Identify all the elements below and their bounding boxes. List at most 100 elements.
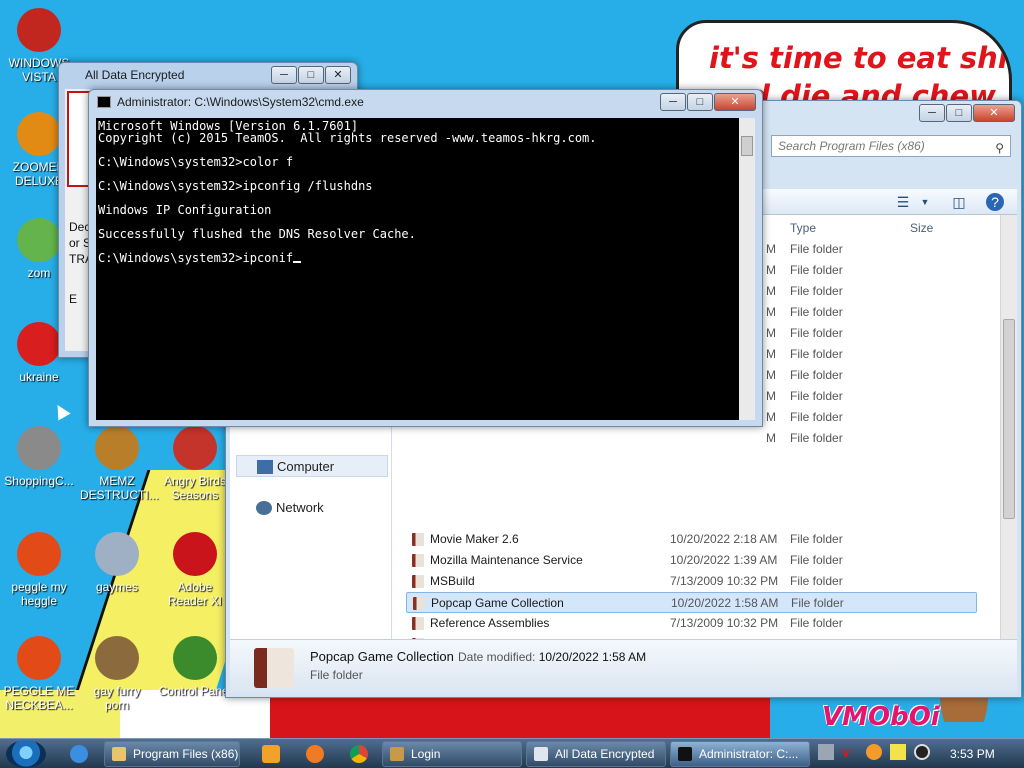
desktop-icon-image — [17, 8, 61, 52]
console-line-text: C:\Windows\system32>ipconif — [98, 251, 294, 265]
row-type: File folder — [790, 532, 843, 546]
taskbar-item-label: Login — [411, 747, 441, 761]
taskbar-item[interactable]: Administrator: C:... — [670, 741, 810, 767]
row-type: File folder — [790, 305, 843, 319]
app-icon[interactable] — [306, 745, 324, 763]
taskbar-item[interactable]: All Data Encrypted — [526, 741, 666, 767]
table-row[interactable]: M File folder — [406, 428, 977, 449]
row-date: M — [766, 431, 776, 445]
internet-explorer-icon[interactable] — [70, 745, 88, 763]
row-date: M — [766, 410, 776, 424]
tray-icon[interactable] — [818, 744, 834, 760]
desktop-icon-image — [17, 112, 61, 156]
row-type: File folder — [790, 263, 843, 277]
maximize-button[interactable]: □ — [687, 93, 713, 111]
taskbar-item[interactable]: Program Files (x86) — [104, 741, 240, 767]
desktop-icon[interactable]: Control Panel — [158, 636, 232, 698]
table-row[interactable]: Mozilla Maintenance Service 10/20/2022 1:… — [406, 550, 977, 571]
desktop-icon-label: peggle my heggle — [11, 580, 67, 608]
taskbar: Program Files (x86) Login All Data Encrypt… — [0, 738, 1024, 768]
desktop-icon[interactable]: Angry Birds Seasons — [158, 426, 232, 502]
search-icon[interactable]: ⚲ — [995, 138, 1004, 158]
tray-icon[interactable]: v — [842, 744, 858, 760]
text-cursor — [293, 261, 302, 263]
cmd-titlebar[interactable]: Administrator: C:\Windows\System32\cmd.e… — [89, 90, 762, 116]
desktop-icon-label: Angry Birds Seasons — [163, 474, 227, 502]
row-date: M — [766, 263, 776, 277]
row-type: File folder — [790, 326, 843, 340]
view-options-icon[interactable]: ☰ — [894, 193, 912, 211]
close-button[interactable]: ✕ — [714, 93, 756, 111]
desktop-icon-image — [173, 532, 217, 576]
desktop-icon[interactable]: PEGGLE ME NECKBEA... — [2, 636, 76, 712]
minimize-button[interactable]: ─ — [271, 66, 297, 84]
desktop-icon-label: gaymes — [95, 580, 139, 594]
console-line: Successfully flushed the DNS Resolver Ca… — [98, 228, 741, 240]
column-header-type[interactable]: Type — [790, 221, 816, 239]
console-line-text: Copyright (c) 2015 TeamOS. All rights re… — [98, 131, 597, 145]
scrollbar-thumb[interactable] — [1003, 319, 1015, 519]
desktop-icon-label: ukraine — [19, 370, 59, 384]
desktop-icon-image — [17, 426, 61, 470]
help-icon[interactable]: ? — [986, 193, 1004, 211]
folder-icon — [412, 533, 424, 546]
desktop-icon[interactable]: MEMZ DESTRUCTI... — [80, 426, 159, 502]
console-line: C:\Windows\system32>ipconfig /flushdns — [98, 180, 741, 192]
preview-pane-icon[interactable]: ◫ — [950, 193, 968, 211]
maximize-button[interactable]: □ — [946, 104, 972, 122]
cmd-window[interactable]: Administrator: C:\Windows\System32\cmd.e… — [88, 89, 763, 427]
desktop-icon-image — [95, 426, 139, 470]
console-scrollbar[interactable] — [739, 118, 755, 420]
clock[interactable]: 3:53 PM — [950, 739, 995, 768]
network-icon — [256, 501, 272, 515]
row-date: 7/13/2009 10:32 PM — [670, 574, 779, 588]
tray-icon[interactable] — [890, 744, 906, 760]
row-date: M — [766, 326, 776, 340]
table-row[interactable]: Movie Maker 2.6 10/20/2022 2:18 AM File fo… — [406, 529, 977, 550]
nav-item-computer[interactable]: Computer — [236, 455, 388, 477]
chrome-icon[interactable] — [350, 745, 368, 763]
desktop-icon[interactable]: gay furry porn — [80, 636, 154, 712]
encrypted-window-titlebar[interactable]: All Data Encrypted ─ □ ✕ — [59, 63, 357, 89]
row-type: File folder — [790, 574, 843, 588]
tray-icon[interactable] — [866, 744, 882, 760]
row-date: M — [766, 305, 776, 319]
row-name: MSBuild — [430, 574, 475, 588]
desktop-icon-image — [17, 636, 61, 680]
desktop-icon-image — [95, 532, 139, 576]
details-date: Date modified: 10/20/2022 1:58 AM — [458, 650, 646, 664]
console-output[interactable]: Microsoft Windows [Version 6.1.7601] Copy… — [96, 118, 741, 420]
desktop-icon[interactable]: ShoppingC... — [2, 426, 76, 488]
media-player-icon[interactable] — [262, 745, 280, 763]
scrollbar-thumb[interactable] — [741, 136, 753, 156]
folder-icon — [412, 575, 424, 588]
column-header-size[interactable]: Size — [910, 221, 933, 239]
search-input[interactable]: Search Program Files (x86) ⚲ — [771, 135, 1011, 157]
desktop-icon[interactable]: peggle my heggle — [2, 532, 76, 608]
maximize-button[interactable]: □ — [298, 66, 324, 84]
close-button[interactable]: ✕ — [973, 104, 1015, 122]
desktop-icon-image — [173, 426, 217, 470]
chevron-down-icon[interactable]: ▼ — [916, 193, 934, 211]
table-row[interactable]: Reference Assemblies 7/13/2009 10:32 PM Fi… — [406, 613, 977, 634]
row-date: 10/20/2022 1:58 AM — [671, 596, 779, 610]
minimize-button[interactable]: ─ — [660, 93, 686, 111]
table-row[interactable]: Popcap Game Collection 10/20/2022 1:58 AM… — [406, 592, 977, 613]
minimize-button[interactable]: ─ — [919, 104, 945, 122]
console-line: Windows IP Configuration — [98, 204, 741, 216]
taskbar-item-icon — [534, 747, 548, 761]
taskbar-item[interactable]: Login — [382, 741, 522, 767]
row-date: 7/13/2009 10:32 PM — [670, 616, 779, 630]
file-list-scrollbar[interactable] — [1000, 215, 1017, 639]
row-type: File folder — [790, 616, 843, 630]
desktop-icon[interactable]: gaymes — [80, 532, 154, 594]
nav-item-network[interactable]: Network — [236, 497, 388, 519]
table-row[interactable]: MSBuild 7/13/2009 10:32 PM File folder — [406, 571, 977, 592]
desktop-icon[interactable]: Adobe Reader XI — [158, 532, 232, 608]
tray-icon[interactable] — [914, 744, 930, 760]
row-date: M — [766, 347, 776, 361]
mouse-pointer-icon — [51, 401, 71, 421]
wallpaper-signature: VMObOi — [822, 702, 940, 732]
start-button[interactable] — [6, 740, 46, 768]
close-button[interactable]: ✕ — [325, 66, 351, 84]
